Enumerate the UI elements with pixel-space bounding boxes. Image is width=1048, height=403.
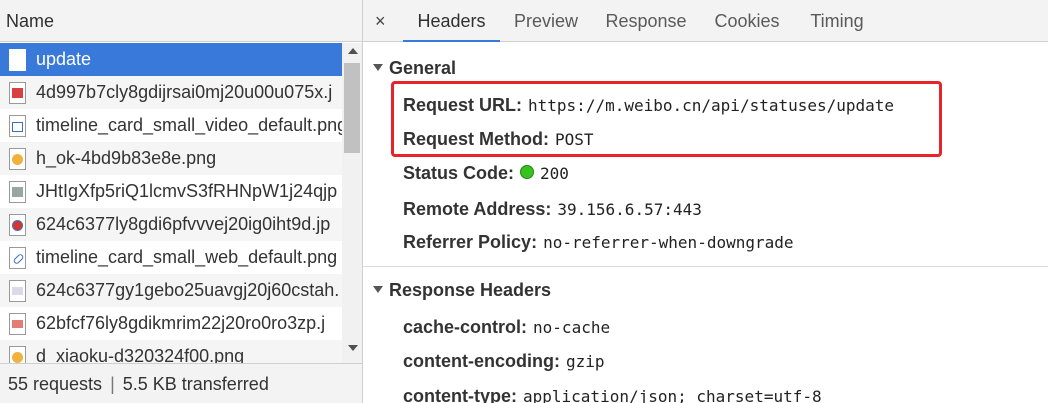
request-name: JHtIgXfp5riQ1lcmvS3fRHNpW1j24qjp [36, 181, 338, 201]
request-row[interactable]: 62bfcf76ly8gdikmrim22j20ro0ro3zp.j [0, 307, 342, 340]
network-summary-bar: 55 requests | 5.5 KB transferred [0, 363, 362, 403]
scroll-down-arrow-icon[interactable] [348, 345, 358, 351]
tab-timing[interactable]: Timing [803, 0, 871, 42]
request-name: 4d997b7cly8gdijrsai0mj20u00u075x.j [36, 82, 333, 102]
request-method-value: POST [555, 130, 594, 149]
referrer-policy-label: Referrer Policy: [403, 232, 538, 252]
request-row[interactable]: d_xiaoku-d320324f00.png [0, 340, 342, 363]
link-icon [9, 246, 26, 269]
tab-cookies[interactable]: Cookies [707, 0, 787, 42]
video-icon [9, 114, 26, 137]
tab-headers[interactable]: Headers [403, 0, 500, 42]
request-row[interactable]: JHtIgXfp5riQ1lcmvS3fRHNpW1j24qjp [0, 175, 342, 208]
request-details-panel: × Headers Preview Response Cookies Timin… [363, 0, 1048, 403]
response-header-key: content-encoding: [403, 351, 560, 371]
response-header-row: cache-control: no-cache [403, 315, 610, 340]
document-icon [9, 48, 26, 71]
response-header-row: content-encoding: gzip [403, 349, 605, 374]
request-row[interactable]: timeline_card_small_video_default.png [0, 109, 342, 142]
request-url-row: Request URL: https://m.weibo.cn/api/statu… [403, 93, 894, 118]
response-header-row: content-type: application/json; charset=u… [403, 384, 822, 403]
request-name: 62bfcf76ly8gdikmrim22j20ro0ro3zp.j [36, 313, 326, 333]
response-headers-section-header[interactable]: Response Headers [373, 278, 551, 302]
transferred-size: 5.5 KB transferred [122, 374, 269, 394]
emoji-icon [9, 147, 26, 170]
request-name: timeline_card_small_video_default.png [36, 115, 342, 135]
request-name: timeline_card_small_web_default.png [36, 247, 338, 267]
request-url-value: https://m.weibo.cn/api/statuses/update [528, 96, 895, 115]
request-url-label: Request URL: [403, 95, 523, 115]
name-column-header[interactable]: Name [0, 0, 362, 42]
remote-address-value: 39.156.6.57:443 [557, 200, 702, 219]
status-code-label: Status Code: [403, 163, 515, 183]
response-headers-title: Response Headers [389, 280, 552, 300]
request-row[interactable]: h_ok-4bd9b83e8e.png [0, 142, 342, 175]
referrer-policy-row: Referrer Policy: no-referrer-when-downgra… [403, 230, 794, 255]
request-row[interactable]: 4d997b7cly8gdijrsai0mj20u00u075x.j [0, 76, 342, 109]
image-icon [9, 81, 26, 104]
general-title: General [389, 58, 457, 78]
referrer-policy-value: no-referrer-when-downgrade [543, 233, 794, 252]
request-list-panel: Name update 4d997b7cly8gdijrsai0mj20u00u… [0, 0, 363, 403]
tab-response[interactable]: Response [599, 0, 693, 42]
request-list: update 4d997b7cly8gdijrsai0mj20u00u075x.… [0, 43, 342, 363]
image-icon [9, 279, 26, 302]
collapse-triangle-icon [373, 63, 383, 71]
request-method-row: Request Method: POST [403, 127, 594, 152]
request-row[interactable]: 624c6377ly8gdi6pfvvvej20ig0iht9d.jp [0, 208, 342, 241]
request-name: 624c6377ly8gdi6pfvvvej20ig0iht9d.jp [36, 214, 331, 234]
emoji-icon [9, 345, 26, 363]
section-divider [363, 266, 1048, 267]
request-name: d_xiaoku-d320324f00.png [36, 346, 245, 363]
status-ok-dot-icon [520, 165, 535, 180]
remote-address-label: Remote Address: [403, 199, 552, 219]
scroll-thumb[interactable] [344, 63, 360, 153]
close-icon[interactable]: × [375, 0, 386, 42]
status-code-value: 200 [540, 164, 569, 183]
summary-separator: | [110, 374, 115, 394]
response-header-value: application/json; charset=utf-8 [523, 387, 822, 403]
request-method-label: Request Method: [403, 129, 549, 149]
image-icon [9, 180, 26, 203]
request-row[interactable]: timeline_card_small_web_default.png [0, 241, 342, 274]
response-header-value: gzip [565, 352, 605, 371]
request-name: 624c6377gy1gebo25uavgj20j60cstah. [36, 280, 340, 300]
request-name: h_ok-4bd9b83e8e.png [36, 148, 217, 168]
details-tab-bar: × Headers Preview Response Cookies Timin… [363, 0, 1048, 42]
general-section-header[interactable]: General [373, 56, 456, 80]
request-row[interactable]: update [0, 43, 342, 76]
remote-address-row: Remote Address: 39.156.6.57:443 [403, 197, 702, 222]
image-icon [9, 312, 26, 335]
weibo-image-icon [9, 213, 26, 236]
response-header-value: no-cache [533, 318, 611, 337]
response-header-key: content-type: [403, 386, 517, 403]
request-count: 55 requests [8, 374, 103, 394]
status-code-row: Status Code: 200 [403, 161, 569, 186]
tab-preview[interactable]: Preview [505, 0, 587, 42]
response-header-key: cache-control: [403, 317, 528, 337]
request-row[interactable]: 624c6377gy1gebo25uavgj20j60cstah. [0, 274, 342, 307]
request-name: update [36, 49, 92, 69]
collapse-triangle-icon [373, 285, 383, 293]
request-list-scrollbar[interactable] [342, 43, 362, 363]
scroll-up-arrow-icon[interactable] [348, 48, 358, 54]
